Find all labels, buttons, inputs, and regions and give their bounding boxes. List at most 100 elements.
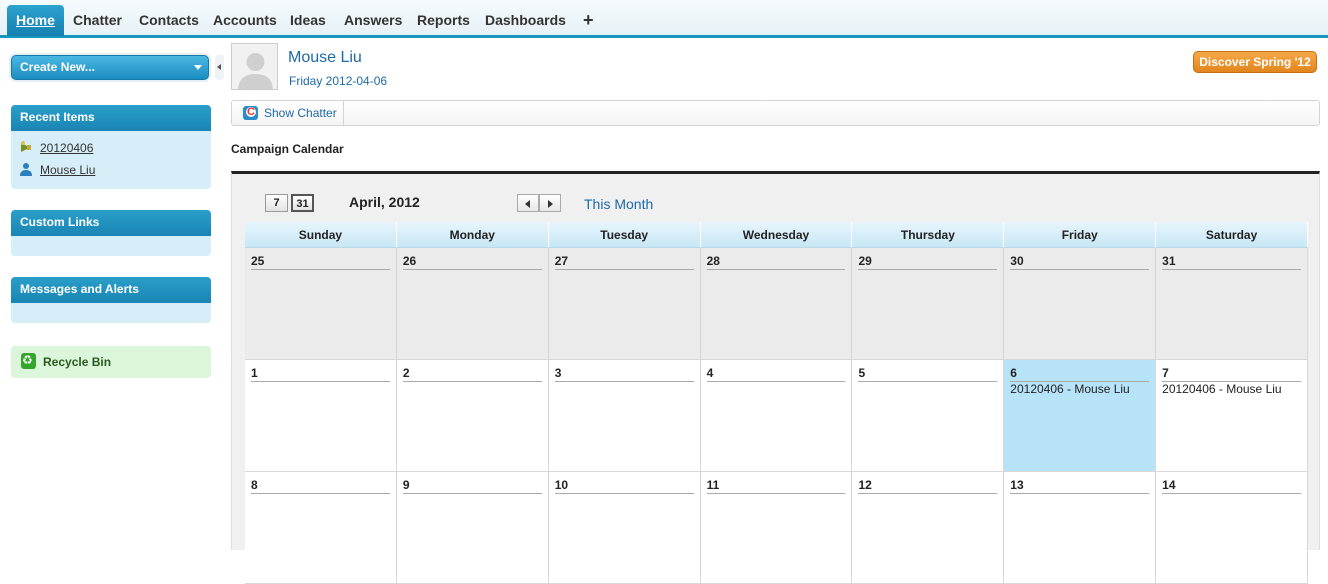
user-name-link[interactable]: Mouse Liu [288,49,362,67]
plus-icon[interactable]: + [574,6,603,35]
calendar-day[interactable]: 25 [245,248,397,360]
show-chatter-button[interactable]: Show Chatter [232,101,344,125]
day-number[interactable]: 29 [858,254,998,270]
day-number[interactable]: 4 [706,366,846,382]
calendar-week-row: 8 9 10 11 12 13 14 [245,472,1309,584]
calendar-day[interactable]: 9 [396,472,549,584]
sidebar: Create New... Recent Items 20120406 Mous… [0,38,228,550]
weekday-header: Wednesday [701,222,853,247]
recent-item-label: 20120406 [40,141,94,155]
calendar-day[interactable]: 8 [245,472,397,584]
calendar-day[interactable]: 30 [1004,248,1157,360]
calendar-day[interactable]: 12 [852,472,1005,584]
day-number[interactable]: 9 [402,478,542,494]
prev-month-button[interactable] [517,194,539,212]
day-number[interactable]: 7 [1162,366,1302,382]
day-number[interactable]: 12 [858,478,998,494]
day-number[interactable]: 28 [706,254,846,270]
day-number[interactable]: 26 [402,254,542,270]
tab-contacts[interactable]: Contacts [130,6,208,35]
weekday-header: Tuesday [549,222,701,247]
chevron-down-icon [194,65,202,70]
month-view-button[interactable]: 31 [291,194,314,212]
calendar-day[interactable]: 31 [1156,248,1309,360]
day-number[interactable]: 11 [706,478,846,494]
chatter-icon [243,106,258,120]
calendar-event[interactable]: 20120406 - Mouse Liu [1162,382,1281,396]
day-number[interactable]: 25 [251,254,390,270]
custom-links-panel [11,236,211,256]
recycle-bin-label: Recycle Bin [43,355,112,369]
day-number[interactable]: 3 [554,366,694,382]
recent-item-campaign[interactable]: 20120406 [19,140,93,155]
calendar-event[interactable]: 20120406 - Mouse Liu [1010,382,1129,396]
week-view-button[interactable]: 7 [265,194,288,212]
day-number[interactable]: 5 [858,366,998,382]
calendar-day[interactable]: 27 [548,248,701,360]
messages-alerts-panel [11,303,211,323]
calendar-day[interactable]: 29 [852,248,1005,360]
sidebar-collapse-handle[interactable] [215,55,224,80]
day-number[interactable]: 8 [251,478,390,494]
day-number[interactable]: 2 [402,366,542,382]
calendar-day-today[interactable]: 6 20120406 - Mouse Liu [1004,360,1157,472]
show-chatter-label: Show Chatter [264,106,337,120]
current-date: Friday 2012-04-06 [289,74,388,88]
calendar-week-row: 25 26 27 28 29 30 31 [245,248,1309,360]
create-new-button[interactable]: Create New... [11,55,209,80]
custom-links-header: Custom Links [11,210,211,236]
campaign-calendar: 7 31 April, 2012 This Month Sunday Monda… [231,171,1320,584]
tab-home[interactable]: Home [7,5,64,36]
day-number[interactable]: 31 [1162,254,1302,270]
chatter-bar: Show Chatter [231,100,1320,126]
calendar-day[interactable]: 2 [396,360,549,472]
tab-reports[interactable]: Reports [408,6,479,35]
day-number[interactable]: 30 [1010,254,1150,270]
recent-item-user[interactable]: Mouse Liu [19,162,95,177]
day-number[interactable]: 6 [1010,366,1150,382]
messages-alerts-header: Messages and Alerts [11,277,211,303]
day-number[interactable]: 10 [554,478,694,494]
next-month-button[interactable] [539,194,561,212]
recent-item-label: Mouse Liu [40,163,96,177]
calendar-day[interactable]: 28 [700,248,853,360]
tab-bar: Home Chatter Contacts Accounts Ideas Ans… [0,0,1328,38]
calendar-day[interactable]: 1 [245,360,397,472]
day-number[interactable]: 13 [1010,478,1150,494]
weekday-header-row: Sunday Monday Tuesday Wednesday Thursday… [245,222,1309,248]
calendar-day[interactable]: 3 [548,360,701,472]
discover-spring-button[interactable]: Discover Spring '12 [1193,51,1317,73]
weekday-header: Saturday [1156,222,1309,247]
campaign-icon [19,140,33,154]
calendar-day[interactable]: 14 [1156,472,1309,584]
tab-dashboards[interactable]: Dashboards [476,6,575,35]
calendar-week-row: 1 2 3 4 5 6 20120406 - Mouse Liu 7 20120406 - Mo… [245,360,1309,472]
month-title: April, 2012 [349,194,420,210]
tab-answers[interactable]: Answers [335,6,411,35]
recycle-bin-icon [21,344,36,376]
calendar-day[interactable]: 26 [396,248,549,360]
tab-chatter[interactable]: Chatter [64,6,131,35]
day-number[interactable]: 27 [554,254,694,270]
avatar [231,43,278,90]
recycle-bin-link[interactable]: Recycle Bin [11,344,211,378]
weekday-header: Thursday [852,222,1005,247]
weekday-header: Monday [397,222,549,247]
day-number[interactable]: 1 [251,366,390,382]
day-number[interactable]: 14 [1162,478,1302,494]
recent-items-header: Recent Items [11,105,211,131]
calendar-day[interactable]: 11 [700,472,853,584]
weekday-header: Sunday [245,222,397,247]
tab-ideas[interactable]: Ideas [281,6,335,35]
user-icon [19,162,33,176]
recent-items-panel: 20120406 Mouse Liu [11,131,211,189]
calendar-day[interactable]: 10 [548,472,701,584]
calendar-day[interactable]: 7 20120406 - Mouse Liu [1156,360,1309,472]
calendar-day[interactable]: 5 [852,360,1005,472]
calendar-day[interactable]: 4 [700,360,853,472]
calendar-grid: Sunday Monday Tuesday Wednesday Thursday… [245,222,1309,584]
weekday-header: Friday [1004,222,1157,247]
tab-accounts[interactable]: Accounts [204,6,286,35]
calendar-day[interactable]: 13 [1004,472,1157,584]
this-month-link[interactable]: This Month [584,196,653,212]
